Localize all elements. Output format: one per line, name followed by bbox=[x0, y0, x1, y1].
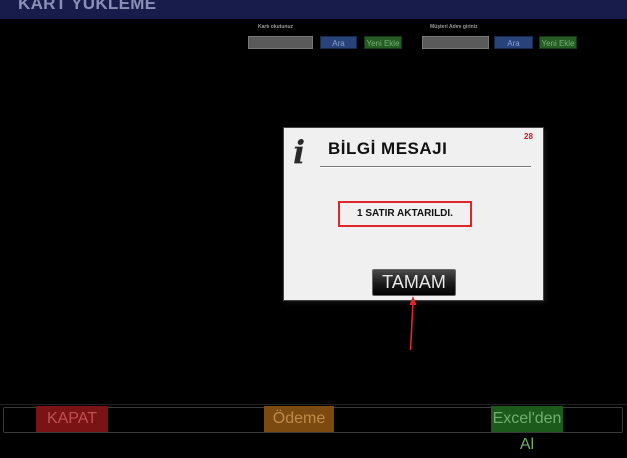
window-title: KART YÜKLEME bbox=[18, 0, 157, 13]
info-message-dialog: i BİLGİ MESAJI 28 1 SATIR AKTARILDI. TAM… bbox=[283, 127, 544, 301]
customer-search-input[interactable] bbox=[422, 36, 489, 49]
dialog-title-divider bbox=[320, 166, 531, 168]
import-excel-button[interactable]: Excel'den Al bbox=[491, 406, 563, 453]
title-bar: KART YÜKLEME bbox=[0, 0, 627, 19]
info-icon: i bbox=[293, 133, 306, 171]
customer-search-label: Müşteri Adını giriniz bbox=[430, 24, 478, 30]
card-search-input[interactable] bbox=[248, 36, 313, 49]
dialog-countdown: 28 bbox=[524, 132, 533, 141]
card-add-button[interactable]: Yeni Ekle bbox=[364, 36, 402, 49]
dialog-title: BİLGİ MESAJI bbox=[328, 139, 448, 158]
payment-button[interactable]: Ödeme bbox=[264, 406, 334, 432]
dialog-message: 1 SATIR AKTARILDI. bbox=[338, 201, 472, 227]
card-search-button[interactable]: Ara bbox=[320, 36, 357, 49]
annotation-arrow-icon bbox=[409, 296, 417, 351]
card-search-label: Kartı okutunuz bbox=[258, 24, 293, 30]
customer-search-button[interactable]: Ara bbox=[494, 36, 533, 49]
customer-add-button[interactable]: Yeni Ekle bbox=[539, 36, 577, 49]
ok-button[interactable]: TAMAM bbox=[372, 269, 456, 296]
close-button[interactable]: KAPAT bbox=[36, 406, 108, 432]
